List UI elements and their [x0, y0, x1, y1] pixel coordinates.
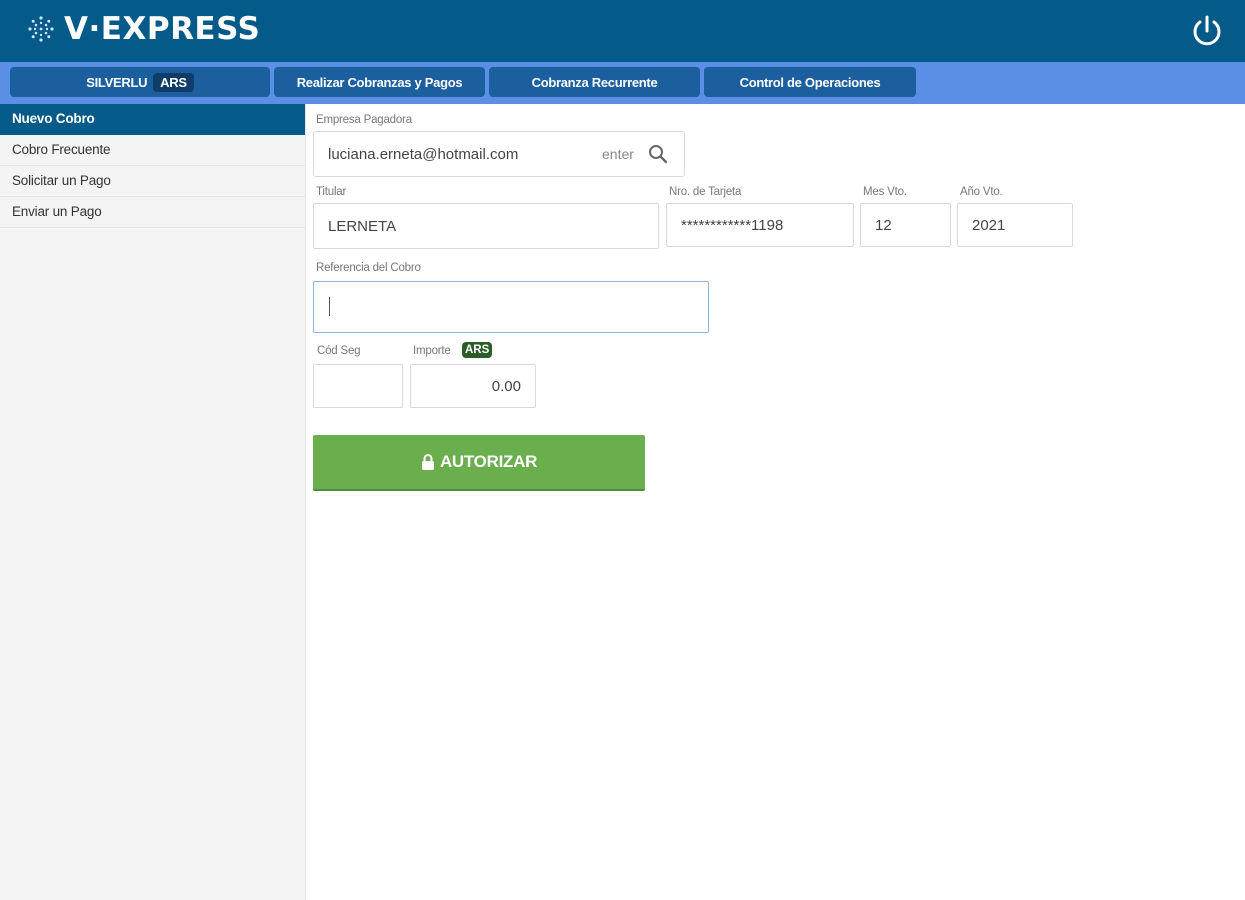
brand-logo[interactable]: V·EXPRESS: [26, 12, 260, 46]
sidebar-item-nuevo-cobro[interactable]: Nuevo Cobro: [0, 104, 305, 135]
app-header: V·EXPRESS: [0, 0, 1245, 62]
tab-control-operaciones[interactable]: Control de Operaciones: [704, 67, 916, 97]
titular-label: Titular: [316, 186, 347, 198]
authorize-label: AUTORIZAR: [439, 452, 538, 471]
empresa-search-box: enter: [313, 131, 685, 177]
tarjeta-label: Nro. de Tarjeta: [669, 186, 742, 198]
tab-account[interactable]: SILVERLU ARS: [10, 67, 270, 97]
cod-seg-label: Cód Seg: [317, 345, 361, 357]
exp-month-input[interactable]: [860, 203, 951, 247]
authorize-button[interactable]: AUTORIZAR: [313, 435, 645, 491]
sidebar-item-cobro-frecuente[interactable]: Cobro Frecuente: [0, 135, 305, 166]
referencia-input[interactable]: [313, 281, 709, 333]
importe-currency-badge: ARS: [462, 342, 493, 358]
exp-year-input[interactable]: [957, 203, 1073, 247]
power-icon[interactable]: [1189, 13, 1225, 49]
titular-input[interactable]: [313, 203, 659, 249]
importe-label: Importe: [413, 345, 451, 357]
lock-icon: [421, 454, 434, 470]
brand-name: V·EXPRESS: [64, 11, 261, 47]
security-code-input[interactable]: [313, 364, 403, 408]
main-nav: SILVERLU ARS Realizar Cobranzas y Pagos …: [0, 62, 1245, 104]
referencia-label: Referencia del Cobro: [316, 262, 421, 274]
account-name: SILVERLU: [86, 74, 148, 90]
tab-label: Control de Operaciones: [739, 74, 881, 90]
sidebar-item-enviar-pago[interactable]: Enviar un Pago: [0, 197, 305, 228]
currency-badge: ARS: [153, 72, 194, 92]
amount-input[interactable]: [410, 364, 536, 408]
tab-cobranzas-pagos[interactable]: Realizar Cobranzas y Pagos: [274, 67, 485, 97]
card-number-input[interactable]: [666, 203, 854, 247]
enter-hint: enter: [602, 146, 634, 162]
tab-cobranza-recurrente[interactable]: Cobranza Recurrente: [489, 67, 700, 97]
sidebar-item-solicitar-pago[interactable]: Solicitar un Pago: [0, 166, 305, 197]
sidebar: Nuevo Cobro Cobro Frecuente Solicitar un…: [0, 104, 306, 900]
tab-label: Cobranza Recurrente: [531, 74, 658, 90]
empresa-input[interactable]: [314, 132, 594, 176]
text-cursor: [329, 297, 330, 316]
search-icon[interactable]: [648, 144, 668, 164]
empresa-label: Empresa Pagadora: [316, 114, 412, 126]
tab-label: Realizar Cobranzas y Pagos: [296, 74, 463, 90]
anio-label: Año Vto.: [960, 186, 1003, 198]
mes-label: Mes Vto.: [863, 186, 907, 198]
globe-dots-icon: [28, 16, 54, 42]
